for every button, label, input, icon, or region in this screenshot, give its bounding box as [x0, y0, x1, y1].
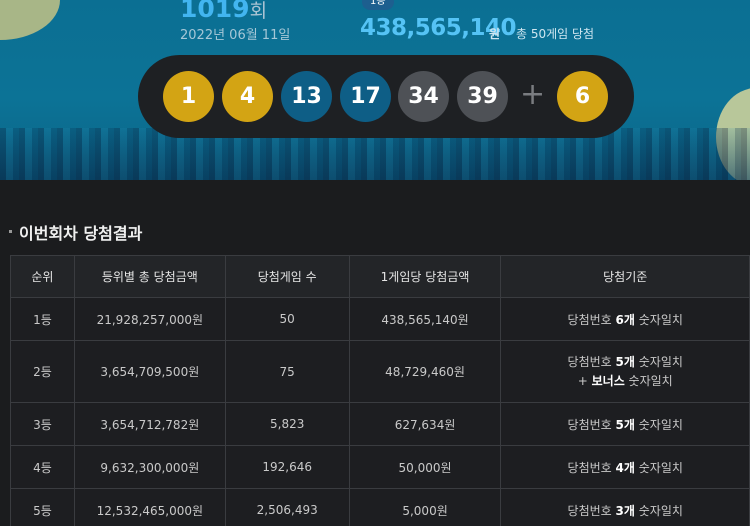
- winning-number-ball: 1: [163, 71, 214, 122]
- cell-prize-per-game: 438,565,140원: [348, 297, 502, 341]
- first-prize-badge: 1등: [362, 0, 394, 10]
- criteria-text: 당첨번호: [567, 312, 616, 327]
- criteria-text: 당첨번호: [567, 354, 616, 369]
- cell-winning-games: 50: [224, 297, 350, 341]
- criteria-text: 당첨번호: [567, 503, 616, 518]
- cell-total-prize: 3,654,712,782원: [73, 402, 226, 446]
- bonus-criteria-label: 보너스: [591, 373, 625, 388]
- cell-winning-games: 5,823: [224, 402, 350, 446]
- cell-criteria: 당첨번호 4개 숫자일치: [500, 445, 750, 489]
- criteria-count: 5개: [615, 354, 635, 369]
- section-title: 이번회차 당첨결과: [19, 224, 143, 243]
- cell-rank: 4등: [10, 445, 75, 489]
- winning-number-ball: 17: [340, 71, 391, 122]
- table-row: 4등 9,632,300,000원 192,646 50,000원 당첨번호 4…: [10, 445, 750, 489]
- decorative-circle-left: [0, 0, 60, 40]
- criteria-text: 숫자일치: [634, 460, 683, 475]
- header-prize-per-game: 1게임당 당첨금액: [348, 255, 502, 298]
- cell-prize-per-game: 5,000원: [348, 488, 502, 526]
- winning-number-ball: 4: [222, 71, 273, 122]
- criteria-text: 숫자일치: [634, 417, 683, 432]
- results-table: 순위 등위별 총 당첨금액 당첨게임 수 1게임당 당첨금액 당첨기준 1등 2…: [10, 255, 750, 526]
- cell-total-prize: 3,654,709,500원: [73, 340, 226, 403]
- table-row: 2등 3,654,709,500원 75 48,729,460원 당첨번호 5개…: [10, 340, 750, 403]
- cell-criteria: 당첨번호 6개 숫자일치: [500, 297, 750, 341]
- cell-prize-per-game: 627,634원: [348, 402, 502, 446]
- bullet-icon: [9, 230, 12, 233]
- header-criteria: 당첨기준: [500, 255, 750, 298]
- draw-round-suffix: 회: [249, 0, 268, 22]
- cell-rank: 1등: [10, 297, 75, 341]
- criteria-count: 6개: [615, 312, 635, 327]
- first-prize-unit: 원: [489, 27, 501, 41]
- criteria-text: 숫자일치: [634, 503, 683, 518]
- criteria-count: 4개: [615, 460, 635, 475]
- cell-winning-games: 192,646: [224, 445, 350, 489]
- cell-prize-per-game: 50,000원: [348, 445, 502, 489]
- criteria-text: 당첨번호: [567, 417, 616, 432]
- criteria-text: 당첨번호: [567, 460, 616, 475]
- cell-rank: 2등: [10, 340, 75, 403]
- cell-total-prize: 21,928,257,000원: [73, 297, 226, 341]
- bonus-number-ball: 6: [557, 71, 608, 122]
- draw-round-number: 1019: [180, 0, 250, 23]
- criteria-count: 3개: [615, 503, 635, 518]
- cell-prize-per-game: 48,729,460원: [348, 340, 502, 403]
- header-total-prize: 등위별 총 당첨금액: [73, 255, 226, 298]
- criteria-text: 숫자일치: [634, 354, 683, 369]
- table-row: 3등 3,654,712,782원 5,823 627,634원 당첨번호 5개…: [10, 402, 750, 446]
- draw-round: 1019회: [180, 0, 267, 23]
- table-row: 5등 12,532,465,000원 2,506,493 5,000원 당첨번호…: [10, 488, 750, 526]
- draw-date: 2022년 06월 11일: [180, 28, 291, 43]
- plus-icon: +: [520, 77, 546, 112]
- bonus-criteria-text: 숫자일치: [624, 373, 673, 388]
- cell-winning-games: 75: [224, 340, 350, 403]
- winning-number-ball: 13: [281, 71, 332, 122]
- table-header-row: 순위 등위별 총 당첨금액 당첨게임 수 1게임당 당첨금액 당첨기준: [10, 255, 750, 298]
- draw-hero-banner: 1019회 2022년 06월 11일 1등 438,565,140 원 총 5…: [0, 0, 750, 180]
- bonus-criteria-prefix: +: [577, 373, 592, 388]
- cell-winning-games: 2,506,493: [224, 488, 350, 526]
- cell-criteria: 당첨번호 5개 숫자일치: [500, 402, 750, 446]
- cell-total-prize: 12,532,465,000원: [73, 488, 226, 526]
- criteria-text: 숫자일치: [634, 312, 683, 327]
- cell-rank: 5등: [10, 488, 75, 526]
- first-prize-game-count: 총 50게임 당첨: [516, 27, 595, 41]
- cell-criteria: 당첨번호 5개 숫자일치 + 보너스 숫자일치: [500, 340, 750, 403]
- cell-criteria: 당첨번호 3개 숫자일치: [500, 488, 750, 526]
- header-rank: 순위: [10, 255, 75, 298]
- winning-number-ball: 34: [398, 71, 449, 122]
- criteria-count: 5개: [615, 417, 635, 432]
- header-winning-games: 당첨게임 수: [224, 255, 350, 298]
- cell-rank: 3등: [10, 402, 75, 446]
- winning-number-ball: 39: [457, 71, 508, 122]
- table-row: 1등 21,928,257,000원 50 438,565,140원 당첨번호 …: [10, 297, 750, 341]
- cell-total-prize: 9,632,300,000원: [73, 445, 226, 489]
